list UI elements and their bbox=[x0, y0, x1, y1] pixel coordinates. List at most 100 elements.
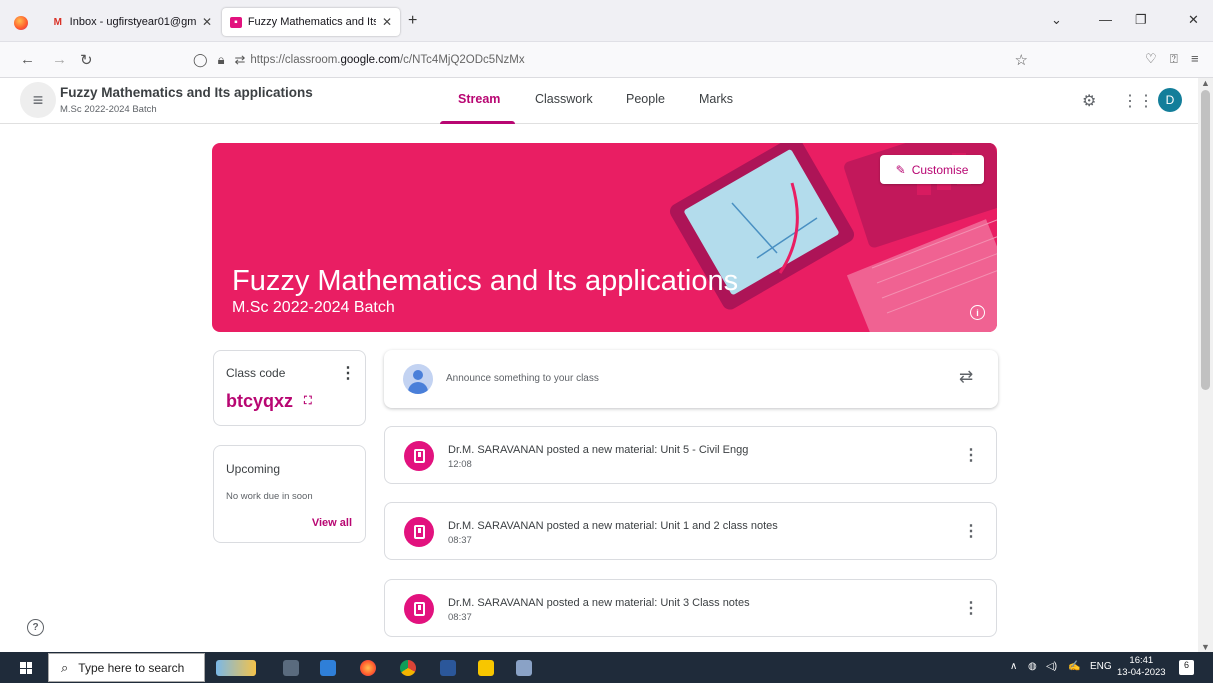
clock-date: 13-04-2023 bbox=[1117, 667, 1166, 678]
repost-icon[interactable]: ⇄ bbox=[959, 367, 973, 387]
url-host: google.com bbox=[340, 54, 400, 66]
close-window-icon[interactable]: ✕ bbox=[1188, 12, 1199, 28]
permissions-icon[interactable]: ⇄ bbox=[234, 52, 245, 68]
announce-box[interactable]: Announce something to your class ⇄ bbox=[384, 350, 998, 408]
tab-marks[interactable]: Marks bbox=[699, 92, 733, 106]
clock[interactable]: 16:41 13-04-2023 bbox=[1117, 655, 1166, 679]
announce-placeholder[interactable]: Announce something to your class bbox=[446, 373, 599, 384]
windows-start-icon[interactable] bbox=[20, 662, 32, 674]
list-tabs-icon[interactable]: ⌄ bbox=[1051, 12, 1062, 28]
app-menu-icon[interactable]: ≡ bbox=[1191, 51, 1199, 66]
class-code-card: Class code ⋮ btcyqxz ⛶ bbox=[213, 350, 366, 426]
class-banner: Fuzzy Mathematics and Its applications M… bbox=[212, 143, 997, 332]
help-icon[interactable]: ? bbox=[27, 619, 44, 636]
url-bar[interactable]: ◯ 🔒︎ ⇄ https://classroom. google.com/c/NT… bbox=[188, 47, 1038, 73]
tab-people[interactable]: People bbox=[626, 92, 665, 106]
material-icon bbox=[404, 594, 434, 624]
tab-classwork[interactable]: Classwork bbox=[535, 92, 593, 106]
upcoming-card: Upcoming No work due in soon View all bbox=[213, 445, 366, 543]
banner-subtitle: M.Sc 2022-2024 Batch bbox=[232, 299, 395, 316]
class-info-icon[interactable]: i bbox=[970, 305, 985, 320]
post-title[interactable]: Dr.M. SARAVANAN posted a new material: U… bbox=[448, 520, 778, 532]
post-title[interactable]: Dr.M. SARAVANAN posted a new material: U… bbox=[448, 597, 750, 609]
task-view-icon[interactable] bbox=[283, 660, 299, 676]
upcoming-label: Upcoming bbox=[226, 462, 281, 476]
sticky-notes-icon[interactable] bbox=[478, 660, 494, 676]
scroll-up-icon[interactable]: ▲ bbox=[1201, 78, 1210, 88]
restore-icon[interactable]: ❐ bbox=[1135, 12, 1147, 28]
tab-stream[interactable]: Stream bbox=[458, 92, 500, 106]
close-tab-icon[interactable]: ✕ bbox=[382, 15, 392, 29]
browser-window: M Inbox - ugfirstyear01@gmail.co ✕ ▪ Fuz… bbox=[0, 0, 1213, 683]
view-all-link[interactable]: View all bbox=[312, 517, 352, 529]
shield-icon[interactable]: ◯ bbox=[193, 52, 208, 68]
stream-post[interactable]: Dr.M. SARAVANAN posted a new material: U… bbox=[384, 579, 997, 637]
customise-button[interactable]: ✎ Customise bbox=[880, 155, 984, 184]
more-options-icon[interactable]: ⋮ bbox=[963, 598, 979, 618]
class-name[interactable]: Fuzzy Mathematics and Its applications bbox=[60, 85, 313, 100]
customise-label: Customise bbox=[911, 162, 969, 177]
fullscreen-icon[interactable]: ⛶ bbox=[304, 395, 312, 408]
network-icon[interactable]: ◍ bbox=[1028, 661, 1037, 672]
chrome-icon[interactable] bbox=[400, 660, 416, 676]
navigation-bar: ← → ↻ ◯ 🔒︎ ⇄ https://classroom. google.co… bbox=[0, 42, 1213, 78]
gmail-icon: M bbox=[53, 16, 62, 28]
stream-post[interactable]: Dr.M. SARAVANAN posted a new material: U… bbox=[384, 502, 997, 560]
browser-tab-inbox[interactable]: M Inbox - ugfirstyear01@gmail.co ✕ bbox=[44, 8, 220, 36]
notifications-badge[interactable]: 6 bbox=[1179, 660, 1194, 675]
widget-icon[interactable] bbox=[216, 660, 256, 676]
clock-time: 16:41 bbox=[1129, 655, 1154, 666]
bookmark-star-icon[interactable]: ☆ bbox=[1015, 51, 1028, 69]
class-section: M.Sc 2022-2024 Batch bbox=[60, 104, 157, 115]
pencil-icon: ✎ bbox=[895, 162, 906, 177]
post-title[interactable]: Dr.M. SARAVANAN posted a new material: U… bbox=[448, 444, 748, 456]
volume-icon[interactable]: ◁) bbox=[1046, 661, 1057, 672]
more-options-icon[interactable]: ⋮ bbox=[963, 521, 979, 541]
scrollbar-thumb[interactable] bbox=[1201, 90, 1210, 390]
more-options-icon[interactable]: ⋮ bbox=[340, 363, 356, 383]
app-icon[interactable] bbox=[516, 660, 532, 676]
url-path: /c/NTc4MjQ2ODc5NzMx bbox=[399, 54, 525, 66]
active-tab-indicator bbox=[440, 121, 515, 124]
post-time: 12:08 bbox=[448, 459, 472, 470]
material-icon bbox=[404, 517, 434, 547]
lock-icon[interactable]: 🔒︎ bbox=[218, 52, 225, 68]
word-icon[interactable] bbox=[440, 660, 456, 676]
material-icon bbox=[404, 441, 434, 471]
user-avatar-icon bbox=[403, 364, 433, 394]
windows-taskbar: ⌕ Type here to search ∧ ◍ ◁) ✍ ENG 16:41… bbox=[0, 652, 1213, 683]
tray-overflow-icon[interactable]: ∧ bbox=[1010, 661, 1017, 672]
firefox-taskbar-icon[interactable] bbox=[360, 660, 376, 676]
minimize-icon[interactable]: — bbox=[1099, 12, 1112, 27]
firefox-icon[interactable] bbox=[14, 16, 28, 30]
class-code-value: btcyqxz bbox=[226, 391, 294, 411]
new-tab-button[interactable]: + bbox=[408, 12, 417, 30]
scroll-down-icon[interactable]: ▼ bbox=[1201, 642, 1210, 652]
more-options-icon[interactable]: ⋮ bbox=[963, 445, 979, 465]
page-scrollbar[interactable]: ▲ ▼ bbox=[1198, 78, 1213, 652]
pen-icon[interactable]: ✍ bbox=[1068, 661, 1080, 672]
reload-icon[interactable]: ↻ bbox=[80, 51, 93, 69]
tab-title: Fuzzy Mathematics and Its appl bbox=[247, 16, 376, 28]
back-icon[interactable]: ← bbox=[20, 51, 35, 68]
pocket-icon[interactable]: ♡ bbox=[1145, 51, 1157, 67]
taskbar-search[interactable]: ⌕ Type here to search bbox=[48, 653, 205, 682]
banner-title: Fuzzy Mathematics and Its applications bbox=[232, 265, 739, 297]
browser-tab-classroom[interactable]: ▪ Fuzzy Mathematics and Its appl ✕ bbox=[222, 8, 400, 36]
search-placeholder: Type here to search bbox=[78, 660, 185, 675]
url-prefix: https://classroom. bbox=[250, 54, 341, 66]
main-menu-button[interactable]: ≡ bbox=[20, 82, 56, 118]
stream-post[interactable]: Dr.M. SARAVANAN posted a new material: U… bbox=[384, 426, 997, 484]
tab-strip: M Inbox - ugfirstyear01@gmail.co ✕ ▪ Fuz… bbox=[0, 0, 1213, 42]
language-indicator[interactable]: ENG bbox=[1090, 661, 1112, 672]
settings-gear-icon[interactable]: ⚙ bbox=[1082, 91, 1096, 111]
post-time: 08:37 bbox=[448, 535, 472, 546]
tab-title: Inbox - ugfirstyear01@gmail.co bbox=[69, 16, 196, 28]
classroom-icon: ▪ bbox=[230, 16, 242, 28]
class-code-label: Class code bbox=[226, 366, 286, 380]
account-avatar[interactable]: D bbox=[1158, 88, 1182, 112]
close-tab-icon[interactable]: ✕ bbox=[202, 15, 212, 29]
extensions-icon[interactable]: ⍰ bbox=[1170, 51, 1178, 67]
file-explorer-icon[interactable] bbox=[320, 660, 336, 676]
forward-icon[interactable]: → bbox=[52, 51, 67, 68]
